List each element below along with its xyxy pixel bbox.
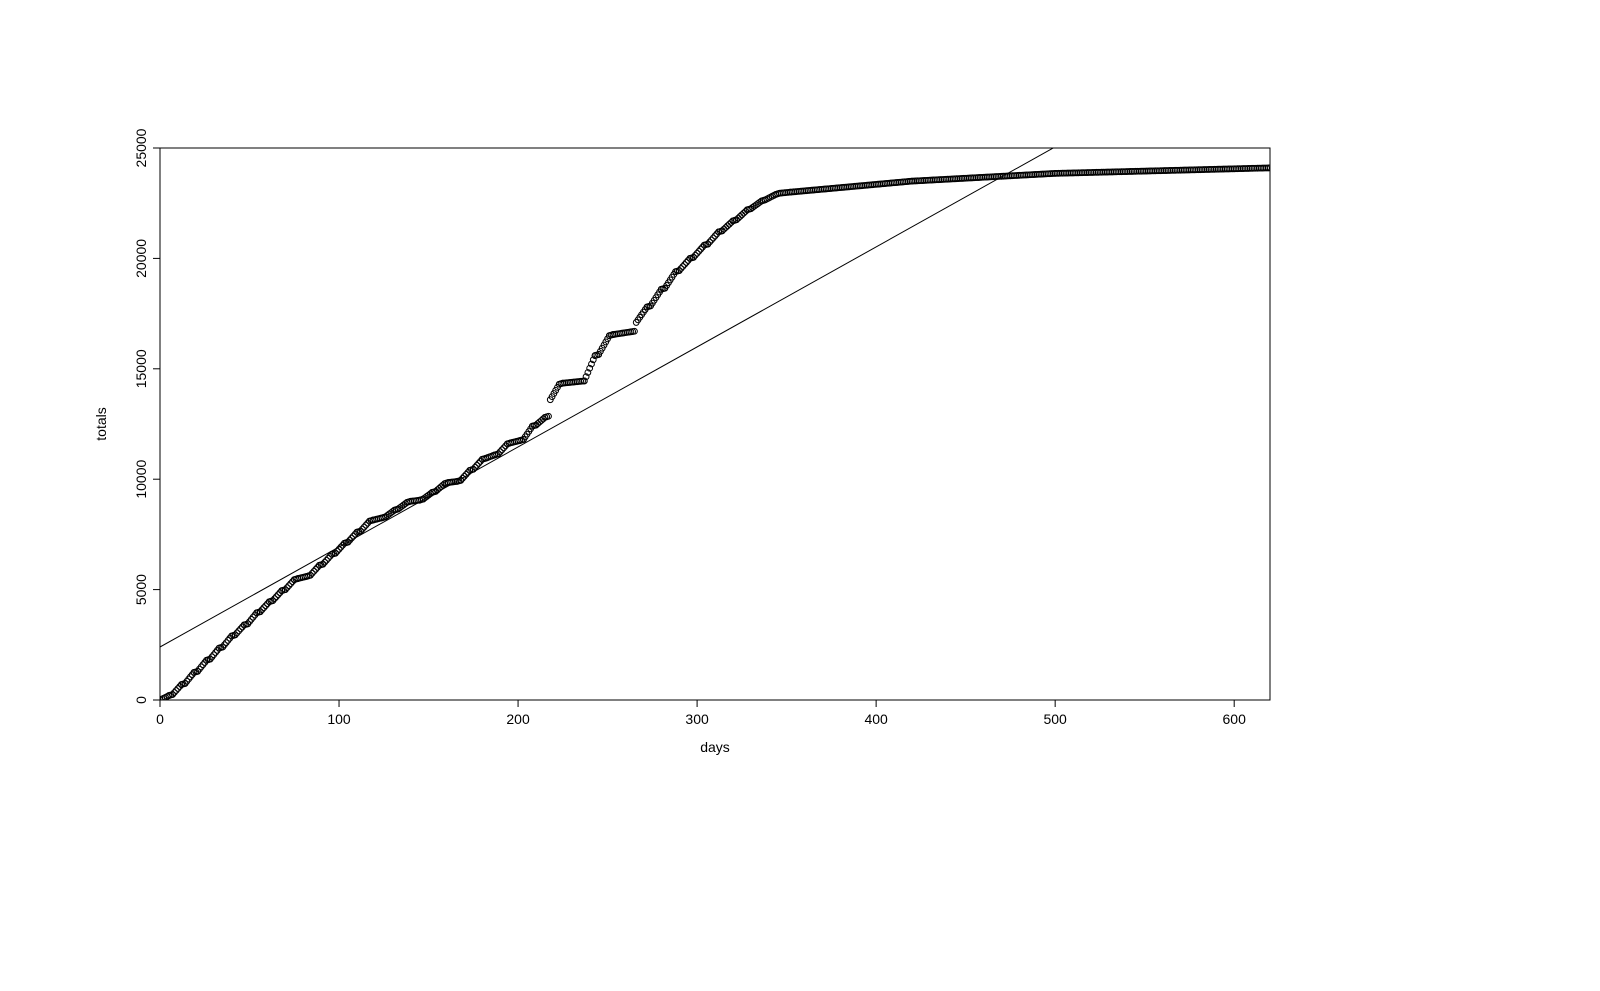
- x-axis-label: days: [700, 739, 730, 755]
- chart-svg: 0 100 200 300 400 500 600 0 5000 10000 15000 20000 2…: [0, 0, 1600, 988]
- x-tick-label: 600: [1223, 711, 1247, 727]
- y-axis-label: totals: [93, 407, 109, 440]
- y-tick-label: 5000: [133, 574, 149, 605]
- y-tick-label: 15000: [133, 349, 149, 388]
- y-tick-label: 10000: [133, 460, 149, 499]
- y-tick-label: 0: [133, 696, 149, 704]
- x-tick-label: 300: [685, 711, 709, 727]
- x-tick-label: 500: [1043, 711, 1067, 727]
- plot-box: [160, 148, 1270, 700]
- x-tick-label: 0: [156, 711, 164, 727]
- x-tick-label: 100: [327, 711, 351, 727]
- y-tick-label: 20000: [133, 239, 149, 278]
- x-tick-label: 200: [506, 711, 530, 727]
- data-point: [537, 419, 543, 425]
- y-tick-label: 25000: [133, 128, 149, 167]
- x-tick-label: 400: [864, 711, 888, 727]
- chart-container: 0 100 200 300 400 500 600 0 5000 10000 15000 20000 2…: [0, 0, 1600, 988]
- data-point: [538, 418, 544, 424]
- fit-line: [70, 0, 1359, 697]
